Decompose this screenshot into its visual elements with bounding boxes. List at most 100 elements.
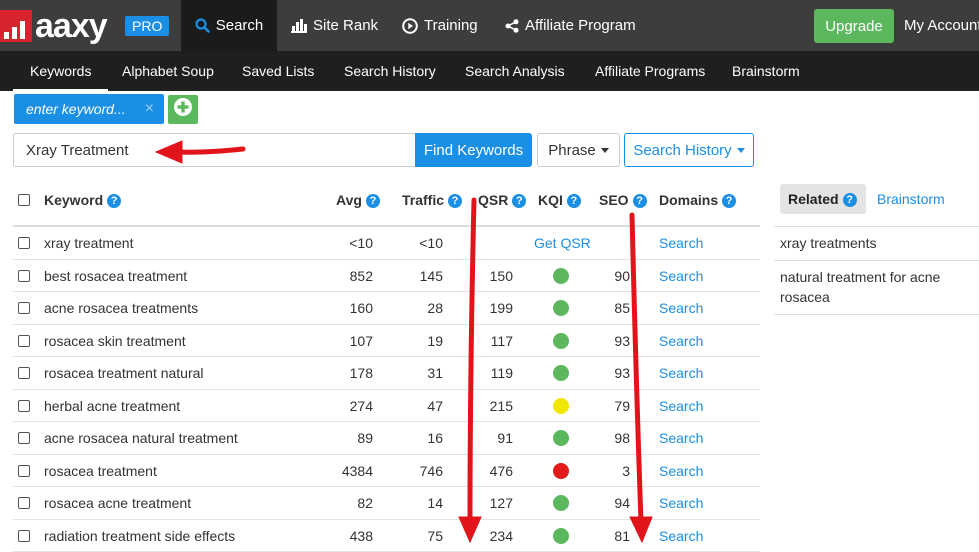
domains-search-link[interactable]: Search xyxy=(659,390,703,422)
phrase-dropdown[interactable]: Phrase xyxy=(537,133,620,167)
my-account-link[interactable]: My Account xyxy=(904,0,979,51)
row-checkbox[interactable] xyxy=(18,465,30,477)
nav-training-label: Training xyxy=(424,17,478,34)
header-traffic[interactable]: Traffic? xyxy=(402,183,462,225)
seo-cell: 93 xyxy=(590,325,630,357)
keyword-search-input[interactable] xyxy=(13,133,416,167)
subnav-search-analysis[interactable]: Search Analysis xyxy=(465,51,565,91)
table-row: rosacea skin treatment 107 19 117 93 Search xyxy=(13,325,760,358)
header-avg[interactable]: Avg? xyxy=(336,183,380,225)
traffic-cell: 75 xyxy=(383,520,443,552)
subnav-saved-lists[interactable]: Saved Lists xyxy=(242,51,314,91)
keyword-tab[interactable]: enter keyword... × xyxy=(14,94,164,124)
header-kqi-label: KQI xyxy=(538,192,563,208)
subnav-search-history[interactable]: Search History xyxy=(344,51,436,91)
avg-cell: 852 xyxy=(313,260,373,292)
related-keyword-item[interactable]: xray treatments xyxy=(774,227,979,261)
kqi-indicator-green xyxy=(553,268,569,284)
traffic-cell: <10 xyxy=(383,227,443,259)
row-checkbox[interactable] xyxy=(18,270,30,282)
row-checkbox[interactable] xyxy=(18,400,30,412)
domains-search-link[interactable]: Search xyxy=(659,357,703,389)
kqi-indicator-green xyxy=(553,495,569,511)
nav-training[interactable]: Training xyxy=(402,0,478,51)
subnav-keywords[interactable]: Keywords xyxy=(13,51,108,91)
phrase-dropdown-label: Phrase xyxy=(548,142,596,159)
avg-cell: 82 xyxy=(313,487,373,519)
caret-down-icon xyxy=(601,148,609,153)
header-seo[interactable]: SEO? xyxy=(599,183,647,225)
info-icon[interactable]: ? xyxy=(366,194,380,208)
header-avg-label: Avg xyxy=(336,192,362,208)
row-checkbox[interactable] xyxy=(18,497,30,509)
keyword-cell: rosacea skin treatment xyxy=(44,325,186,357)
seo-cell: 3 xyxy=(590,455,630,487)
info-icon[interactable]: ? xyxy=(567,194,581,208)
keyword-cell: xray treatment xyxy=(44,227,133,259)
seo-cell: 93 xyxy=(590,357,630,389)
qsr-cell: 91 xyxy=(455,422,513,454)
row-checkbox[interactable] xyxy=(18,335,30,347)
nav-affiliate-program-label: Affiliate Program xyxy=(525,17,636,34)
qsr-cell: 119 xyxy=(455,357,513,389)
subnav-brainstorm[interactable]: Brainstorm xyxy=(732,51,800,91)
info-icon[interactable]: ? xyxy=(722,194,736,208)
row-checkbox[interactable] xyxy=(18,530,30,542)
avg-cell: 178 xyxy=(313,357,373,389)
sub-navbar: Keywords Alphabet Soup Saved Lists Searc… xyxy=(0,51,979,91)
keyword-cell: herbal acne treatment xyxy=(44,390,180,422)
tab-brainstorm[interactable]: Brainstorm xyxy=(877,184,945,214)
keyword-cell: acne rosacea treatments xyxy=(44,292,198,324)
logo[interactable]: aaxy xyxy=(0,10,107,42)
subnav-alphabet-soup[interactable]: Alphabet Soup xyxy=(122,51,214,91)
row-checkbox[interactable] xyxy=(18,302,30,314)
traffic-cell: 47 xyxy=(383,390,443,422)
domains-search-link[interactable]: Search xyxy=(659,422,703,454)
domains-search-link[interactable]: Search xyxy=(659,520,703,552)
pro-badge: PRO xyxy=(125,16,169,36)
close-icon[interactable]: × xyxy=(145,94,154,124)
nav-search[interactable]: Search xyxy=(181,0,277,51)
kqi-indicator-yellow xyxy=(553,398,569,414)
domains-search-link[interactable]: Search xyxy=(659,227,703,259)
domains-search-link[interactable]: Search xyxy=(659,292,703,324)
avg-cell: 107 xyxy=(313,325,373,357)
header-qsr[interactable]: QSR? xyxy=(478,183,526,225)
nav-site-rank[interactable]: Site Rank xyxy=(291,0,378,51)
domains-search-link[interactable]: Search xyxy=(659,260,703,292)
domains-search-link[interactable]: Search xyxy=(659,325,703,357)
domains-search-link[interactable]: Search xyxy=(659,487,703,519)
row-checkbox[interactable] xyxy=(18,367,30,379)
add-keyword-tab-button[interactable] xyxy=(168,95,198,124)
find-keywords-button[interactable]: Find Keywords xyxy=(415,133,532,167)
subnav-affiliate-programs[interactable]: Affiliate Programs xyxy=(595,51,705,91)
info-icon[interactable]: ? xyxy=(633,194,647,208)
plus-circle-icon xyxy=(173,97,193,122)
select-all-checkbox[interactable] xyxy=(18,194,30,206)
domains-search-link[interactable]: Search xyxy=(659,455,703,487)
header-kqi[interactable]: KQI? xyxy=(538,183,581,225)
qsr-cell: 117 xyxy=(455,325,513,357)
search-history-dropdown[interactable]: Search History xyxy=(624,133,754,167)
info-icon[interactable]: ? xyxy=(512,194,526,208)
header-keyword[interactable]: Keyword? xyxy=(44,183,121,225)
row-checkbox[interactable] xyxy=(18,237,30,249)
info-icon[interactable]: ? xyxy=(448,194,462,208)
info-icon[interactable]: ? xyxy=(107,194,121,208)
get-qsr-link[interactable]: Get QSR xyxy=(534,227,591,259)
related-keyword-item[interactable]: natural treatment for acne rosacea xyxy=(774,261,979,315)
table-row: acne rosacea natural treatment89169198Se… xyxy=(13,422,760,455)
info-icon[interactable]: ? xyxy=(843,193,857,207)
bar-chart-icon xyxy=(291,18,307,33)
header-domains[interactable]: Domains? xyxy=(659,183,736,225)
nav-affiliate-program[interactable]: Affiliate Program xyxy=(505,0,636,51)
play-circle-icon xyxy=(402,18,418,34)
kqi-indicator-red xyxy=(553,463,569,479)
row-checkbox[interactable] xyxy=(18,432,30,444)
traffic-cell: 19 xyxy=(383,325,443,357)
table-row: xray treatment<10<10Get QSRSearch xyxy=(13,227,760,260)
upgrade-button[interactable]: Upgrade xyxy=(814,9,894,43)
header-traffic-label: Traffic xyxy=(402,192,444,208)
tab-related[interactable]: Related? xyxy=(780,184,866,214)
seo-cell: 98 xyxy=(590,422,630,454)
